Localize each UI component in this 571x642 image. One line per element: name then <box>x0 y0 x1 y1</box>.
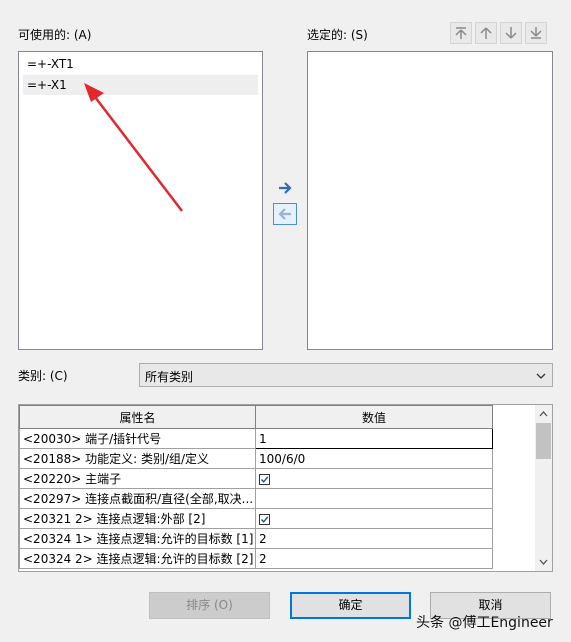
checkbox-checked[interactable] <box>259 513 270 525</box>
property-name-cell[interactable]: <20297> 连接点截面积/直径(全部,取决... <box>19 488 256 509</box>
list-item[interactable]: =+-XT1 <box>23 54 258 74</box>
scroll-thumb[interactable] <box>536 423 551 459</box>
add-button[interactable] <box>273 177 297 199</box>
property-value-cell[interactable] <box>255 468 493 489</box>
property-value-cell[interactable]: 2 <box>255 528 493 549</box>
column-header-value[interactable]: 数值 <box>255 405 493 429</box>
vertical-scrollbar[interactable] <box>535 405 552 571</box>
watermark: 头条 @傅工Engineer <box>416 615 553 631</box>
scroll-down-icon[interactable] <box>539 559 548 566</box>
move-top-button[interactable] <box>450 22 472 44</box>
property-name-cell[interactable]: <20220> 主端子 <box>19 468 256 489</box>
properties-table: 属性名 数值 <20030> 端子/插针代号 1 <20188> 功能定义: 类别/… <box>19 405 493 569</box>
property-name-cell[interactable]: <20324 1> 连接点逻辑:允许的目标数 [1] <box>19 528 256 549</box>
category-select[interactable]: 所有类别 <box>139 363 553 387</box>
selected-list[interactable] <box>307 51 553 350</box>
category-label: 类别: (C) <box>18 369 68 383</box>
property-name-cell[interactable]: <20321 2> 连接点逻辑:外部 [2] <box>19 508 256 529</box>
move-down-button[interactable] <box>500 22 522 44</box>
column-header-name[interactable]: 属性名 <box>19 405 256 429</box>
property-value-cell[interactable] <box>255 508 493 529</box>
table-row[interactable]: <20324 1> 连接点逻辑:允许的目标数 [1] 2 <box>19 528 493 549</box>
table-header-row: 属性名 数值 <box>19 405 493 429</box>
remove-button[interactable] <box>273 203 297 225</box>
property-name-cell[interactable]: <20188> 功能定义: 类别/组/定义 <box>19 448 256 469</box>
available-label: 可使用的: (A) <box>18 28 92 42</box>
property-value-cell[interactable]: 2 <box>255 548 493 569</box>
properties-grid: 属性名 数值 <20030> 端子/插针代号 1 <20188> 功能定义: 类别/… <box>18 404 553 572</box>
table-row[interactable]: <20030> 端子/插针代号 1 <box>19 428 493 449</box>
order-toolbar <box>450 22 547 44</box>
table-row[interactable]: <20324 2> 连接点逻辑:允许的目标数 [2] 2 <box>19 548 493 569</box>
property-value-cell[interactable] <box>255 488 493 509</box>
scroll-up-icon[interactable] <box>539 410 548 417</box>
ok-button[interactable]: 确定 <box>290 592 411 619</box>
arrow-right-icon <box>279 182 292 194</box>
move-bottom-icon <box>530 27 542 39</box>
move-top-icon <box>455 27 467 39</box>
chevron-down-icon <box>536 373 546 379</box>
table-row[interactable]: <20220> 主端子 <box>19 468 493 489</box>
category-value: 所有类别 <box>145 370 194 384</box>
sort-button[interactable]: 排序 (O) <box>149 592 270 619</box>
check-icon <box>260 475 269 483</box>
property-name-cell[interactable]: <20030> 端子/插针代号 <box>19 428 256 449</box>
arrow-left-icon <box>278 208 291 220</box>
move-down-icon <box>505 27 517 39</box>
check-icon <box>260 515 269 523</box>
move-up-button[interactable] <box>475 22 497 44</box>
annotation-arrow-icon <box>84 83 183 212</box>
checkbox-checked[interactable] <box>259 473 270 485</box>
table-row[interactable]: <20321 2> 连接点逻辑:外部 [2] <box>19 508 493 529</box>
selected-label: 选定的: (S) <box>307 28 368 42</box>
table-row[interactable]: <20188> 功能定义: 类别/组/定义 100/6/0 <box>19 448 493 469</box>
property-value-cell[interactable]: 1 <box>255 428 493 449</box>
move-bottom-button[interactable] <box>525 22 547 44</box>
property-value-cell[interactable]: 100/6/0 <box>255 448 493 469</box>
property-name-cell[interactable]: <20324 2> 连接点逻辑:允许的目标数 [2] <box>19 548 256 569</box>
table-row[interactable]: <20297> 连接点截面积/直径(全部,取决... <box>19 488 493 509</box>
move-up-icon <box>480 27 492 39</box>
